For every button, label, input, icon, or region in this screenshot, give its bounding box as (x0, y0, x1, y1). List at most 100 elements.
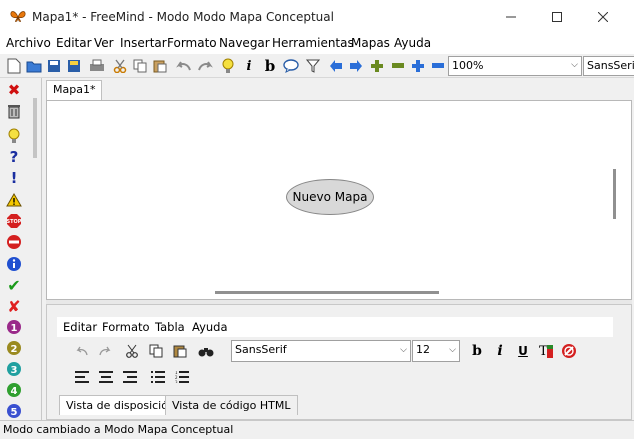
bold-icon[interactable]: b (468, 342, 486, 360)
map-inner: Nuevo Mapa (50, 104, 606, 286)
editor-menu-bar: Editar Formato Tabla Ayuda (57, 317, 613, 337)
priority-1-icon[interactable]: 1 (6, 319, 22, 335)
svg-text:5: 5 (11, 407, 18, 418)
vertical-scrollbar[interactable] (613, 169, 616, 219)
svg-text:4: 4 (11, 386, 18, 397)
svg-text:1: 1 (11, 323, 18, 334)
menu-mapas[interactable]: Mapas (351, 36, 390, 50)
menu-herramientas[interactable]: Herramientas (272, 36, 354, 50)
priority-4-icon[interactable]: 4 (6, 382, 22, 398)
font-value: SansSerif (587, 59, 634, 72)
warning-icon[interactable] (6, 192, 22, 208)
minimize-button[interactable] (488, 0, 534, 34)
menu-archivo[interactable]: Archivo (6, 36, 51, 50)
editor-menu-formato[interactable]: Formato (102, 320, 150, 334)
speech-bubble-icon[interactable] (282, 57, 300, 75)
editor-font-value: SansSerif (235, 343, 287, 356)
open-folder-icon[interactable] (25, 57, 43, 75)
menu-bar: Archivo Editar Ver Insertar Formato Nave… (0, 34, 634, 54)
close-button[interactable] (580, 0, 626, 34)
arrow-left-icon[interactable] (327, 57, 345, 75)
italic-icon[interactable]: i (491, 342, 509, 360)
remove-icon[interactable]: ✖ (6, 81, 22, 99)
filter-icon[interactable] (304, 57, 322, 75)
paste-icon[interactable] (151, 57, 169, 75)
exclamation-icon[interactable]: ! (6, 169, 22, 187)
cross-icon[interactable]: ✘ (6, 297, 22, 316)
freemind-butterfly-icon (9, 9, 27, 25)
editor-font-combo[interactable]: SansSerif ⌵ (231, 340, 411, 362)
align-left-icon[interactable] (73, 368, 91, 386)
editor-menu-ayuda[interactable]: Ayuda (192, 320, 228, 334)
lightbulb-icon[interactable] (6, 128, 22, 144)
priority-3-icon[interactable]: 3 (6, 361, 22, 377)
editor-menu-editar[interactable]: Editar (63, 320, 97, 334)
svg-text:3: 3 (175, 380, 178, 383)
root-node[interactable]: Nuevo Mapa (286, 179, 374, 215)
font-combo[interactable]: SansSerif (583, 56, 634, 76)
svg-text:3: 3 (11, 365, 18, 376)
zoom-combo[interactable]: 100% ⌵ (448, 56, 582, 76)
menu-formato[interactable]: Formato (167, 36, 217, 50)
horizontal-scrollbar[interactable] (215, 291, 439, 294)
undo-icon[interactable] (175, 57, 193, 75)
lightbulb-icon[interactable] (219, 57, 237, 75)
editor-size-combo[interactable]: 12 ⌵ (412, 340, 460, 362)
save-as-icon[interactable] (65, 57, 83, 75)
check-icon[interactable]: ✔ (6, 276, 22, 295)
underline-icon[interactable]: U (514, 342, 532, 360)
menu-ayuda[interactable]: Ayuda (394, 36, 431, 50)
cut-icon[interactable] (111, 57, 129, 75)
save-icon[interactable] (45, 57, 63, 75)
bullet-list-icon[interactable] (149, 368, 167, 386)
redo-icon[interactable] (196, 57, 214, 75)
text-color-icon[interactable]: T (537, 342, 555, 360)
maximize-button[interactable] (534, 0, 580, 34)
tab-mapa1[interactable]: Mapa1* (46, 80, 103, 100)
info-icon[interactable] (6, 256, 22, 272)
editor-menu-tabla[interactable]: Tabla (155, 320, 185, 334)
trash-icon[interactable] (6, 103, 22, 119)
zoom-in-icon[interactable] (409, 57, 427, 75)
menu-ver[interactable]: Ver (94, 36, 114, 50)
tab-vista-codigo-html[interactable]: Vista de código HTML (165, 395, 298, 415)
copy-icon[interactable] (131, 57, 149, 75)
align-center-icon[interactable] (97, 368, 115, 386)
editor-toolbar: SansSerif ⌵ 12 ⌵ b i U T 123 (57, 338, 613, 392)
arrow-right-icon[interactable] (347, 57, 365, 75)
numbered-list-icon[interactable]: 123 (173, 368, 191, 386)
copy-icon[interactable] (147, 342, 165, 360)
stop-icon[interactable]: STOP (6, 213, 22, 229)
icon-panel-scrollbar[interactable] (33, 98, 37, 158)
zoom-out-icon[interactable] (429, 57, 447, 75)
italic-icon[interactable]: i (240, 57, 258, 75)
no-entry-icon[interactable] (6, 234, 22, 250)
note-editor: Editar Formato Tabla Ayuda SansSerif ⌵ 1… (46, 304, 632, 420)
chevron-down-icon: ⌵ (400, 345, 407, 355)
print-icon[interactable] (88, 57, 106, 75)
align-right-icon[interactable] (121, 368, 139, 386)
chevron-down-icon: ⌵ (449, 345, 456, 355)
clear-format-icon[interactable] (560, 342, 578, 360)
map-canvas[interactable]: Nuevo Mapa (46, 100, 632, 300)
priority-5-icon[interactable]: 5 (6, 403, 22, 419)
plus-icon[interactable] (368, 57, 386, 75)
minus-icon[interactable] (389, 57, 407, 75)
question-icon[interactable]: ? (6, 148, 22, 166)
main-toolbar: i b 100% ⌵ SansSerif (0, 54, 634, 78)
new-document-icon[interactable] (5, 57, 23, 75)
bold-icon[interactable]: b (261, 57, 279, 75)
menu-insertar[interactable]: Insertar (120, 36, 167, 50)
find-binoculars-icon[interactable] (197, 342, 215, 360)
icon-panel: ✖ ? ! STOP ✔ ✘ 1 2 3 4 5 (0, 78, 42, 420)
title-bar: Mapa1* - FreeMind - Modo Modo Mapa Conce… (0, 0, 634, 34)
tab-vista-disposicion[interactable]: Vista de disposición (59, 395, 182, 415)
undo-icon[interactable] (73, 342, 91, 360)
paste-icon[interactable] (171, 342, 189, 360)
svg-text:STOP: STOP (7, 219, 22, 225)
priority-2-icon[interactable]: 2 (6, 340, 22, 356)
menu-navegar[interactable]: Navegar (219, 36, 270, 50)
cut-icon[interactable] (123, 342, 141, 360)
redo-icon[interactable] (96, 342, 114, 360)
menu-editar[interactable]: Editar (56, 36, 92, 50)
